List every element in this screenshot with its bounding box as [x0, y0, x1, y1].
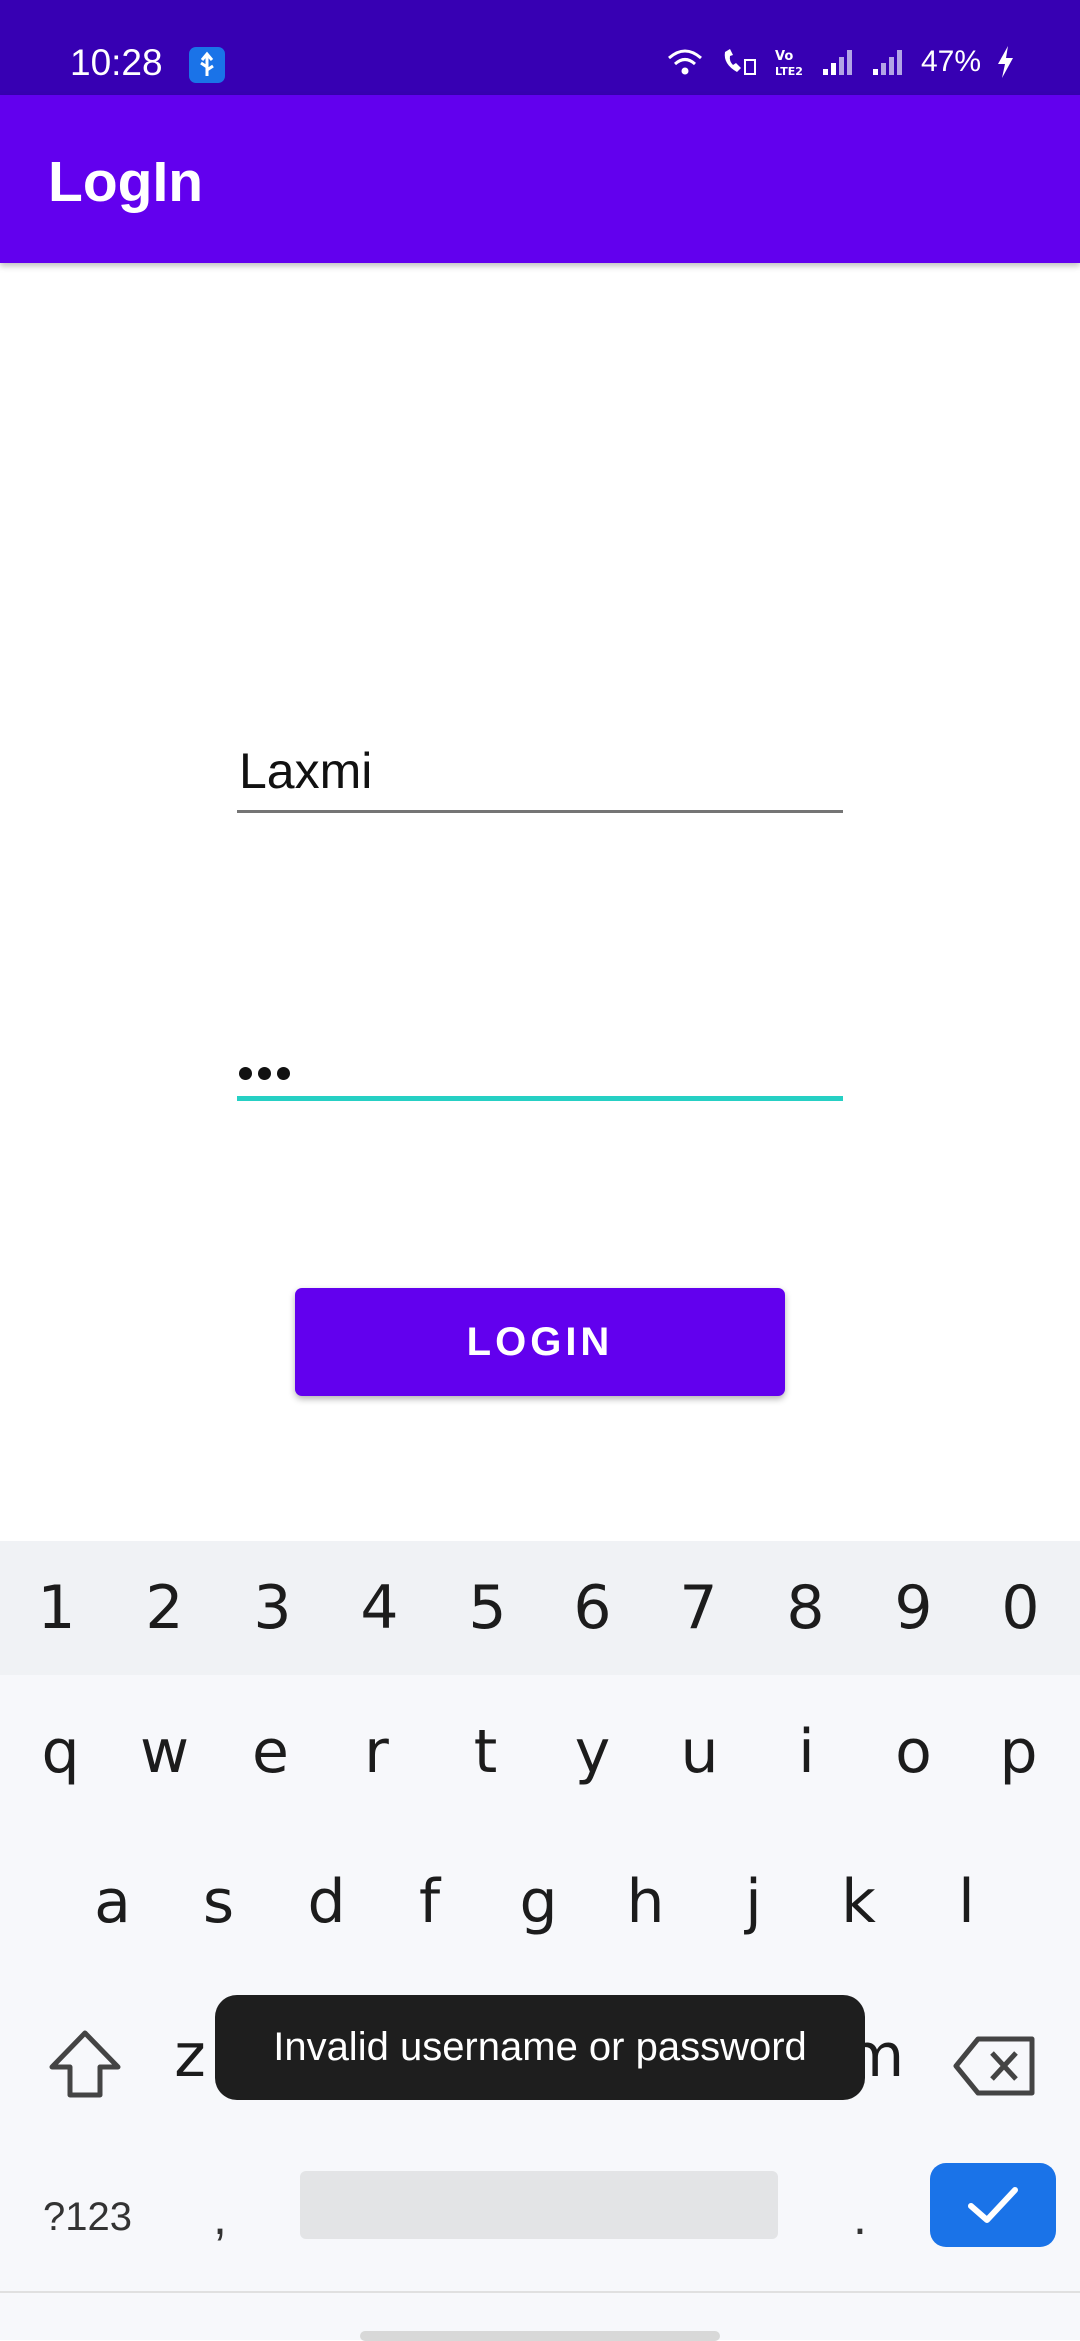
- wifi-call-icon: [719, 46, 759, 78]
- key-z[interactable]: z: [160, 2001, 220, 2111]
- space-key[interactable]: [300, 2171, 778, 2239]
- symbols-key[interactable]: ?123: [30, 2177, 145, 2257]
- backspace-icon: [953, 2036, 1035, 2096]
- enter-key[interactable]: [930, 2163, 1056, 2247]
- key-f[interactable]: f: [376, 1835, 483, 1969]
- key-3[interactable]: 3: [219, 1541, 326, 1675]
- key-9[interactable]: 9: [860, 1541, 967, 1675]
- battery-percentage: 47%: [920, 45, 981, 78]
- key-i[interactable]: i: [753, 1685, 860, 1819]
- key-7[interactable]: 7: [645, 1541, 752, 1675]
- keyboard-divider: [0, 2291, 1080, 2293]
- period-key[interactable]: .: [835, 2177, 885, 2257]
- page-title: LogIn: [48, 150, 204, 214]
- key-2[interactable]: 2: [111, 1541, 218, 1675]
- password-masked-value: [239, 1067, 290, 1080]
- status-time: 10:28: [70, 42, 163, 83]
- comma-key[interactable]: ,: [195, 2177, 245, 2257]
- svg-text:LTE2: LTE2: [775, 65, 803, 78]
- error-toast: Invalid username or password: [215, 1995, 865, 2100]
- key-4[interactable]: 4: [326, 1541, 433, 1675]
- key-u[interactable]: u: [646, 1685, 753, 1819]
- key-y[interactable]: y: [539, 1685, 646, 1819]
- password-field[interactable]: [237, 1022, 843, 1101]
- key-e[interactable]: e: [217, 1685, 324, 1819]
- key-w[interactable]: w: [111, 1685, 218, 1819]
- backspace-key[interactable]: [950, 2021, 1040, 2111]
- key-6[interactable]: 6: [539, 1541, 646, 1675]
- status-icons: Vo LTE2 47%: [665, 42, 1015, 82]
- usb-icon: [189, 47, 225, 83]
- key-t[interactable]: t: [432, 1685, 539, 1819]
- key-p[interactable]: p: [965, 1685, 1072, 1819]
- username-value: Laxmi: [239, 743, 373, 799]
- shift-key[interactable]: [40, 2021, 130, 2111]
- key-d[interactable]: d: [273, 1835, 380, 1969]
- signal-icon: [871, 47, 907, 77]
- app-bar: LogIn: [0, 95, 1080, 263]
- key-q[interactable]: q: [7, 1685, 114, 1819]
- key-l[interactable]: l: [913, 1835, 1020, 1969]
- login-button[interactable]: LOGIN: [295, 1288, 785, 1396]
- key-1[interactable]: 1: [3, 1541, 110, 1675]
- volte-icon: Vo LTE2: [773, 46, 807, 78]
- shift-icon: [49, 2030, 121, 2098]
- wifi-icon: [665, 46, 705, 78]
- key-8[interactable]: 8: [752, 1541, 859, 1675]
- key-s[interactable]: s: [165, 1835, 272, 1969]
- key-5[interactable]: 5: [434, 1541, 541, 1675]
- key-o[interactable]: o: [860, 1685, 967, 1819]
- key-r[interactable]: r: [323, 1685, 430, 1819]
- key-h[interactable]: h: [592, 1835, 699, 1969]
- key-a[interactable]: a: [59, 1835, 166, 1969]
- status-bar: 10:28 Vo LTE2 47%: [0, 0, 1080, 95]
- svg-text:Vo: Vo: [775, 49, 793, 64]
- username-field[interactable]: Laxmi: [237, 738, 843, 813]
- soft-keyboard: 1 2 3 4 5 6 7 8 9 0 q w e r t y u i o p …: [0, 1541, 1080, 2341]
- key-j[interactable]: j: [700, 1835, 807, 1969]
- signal-icon: [821, 47, 857, 77]
- charging-icon: [995, 45, 1015, 79]
- key-0[interactable]: 0: [967, 1541, 1074, 1675]
- key-g[interactable]: g: [485, 1835, 592, 1969]
- key-k[interactable]: k: [805, 1835, 912, 1969]
- number-row: 1 2 3 4 5 6 7 8 9 0: [0, 1541, 1080, 1675]
- check-icon: [968, 2187, 1018, 2223]
